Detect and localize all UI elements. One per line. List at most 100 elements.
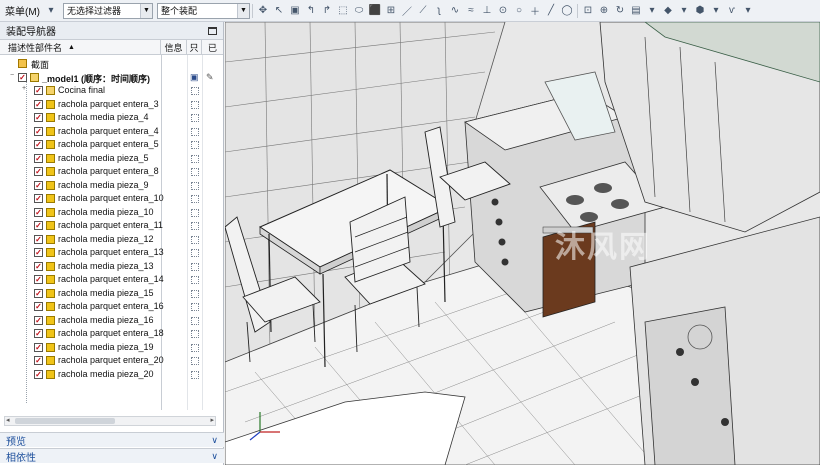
shaded-cube-icon[interactable]: ⬢ [693,4,707,18]
chevron-down-icon[interactable]: ▾ [645,4,659,18]
ellipse-icon[interactable]: ⬭ [352,4,366,18]
curve-icon[interactable]: ʅ [432,4,446,18]
visibility-checkbox[interactable]: ✓ [34,126,43,136]
visibility-checkbox[interactable]: ✓ [34,288,43,298]
line-icon[interactable]: ╱ [544,4,558,18]
spline-icon[interactable]: ∿ [448,4,462,18]
visibility-checkbox[interactable]: ✓ [34,113,43,122]
column-name[interactable]: 描述性部件名 ▲ [0,40,161,54]
visibility-checkbox[interactable]: ✓ [18,72,27,82]
horizontal-scrollbar[interactable]: ◂ ▸ [4,416,216,426]
tree-part-row[interactable]: ✓ rachola media pieza_19 [0,341,224,355]
menu-button[interactable]: 菜单(M) [2,3,43,18]
type-filter-icon[interactable]: ▣ [288,4,302,18]
column-saved[interactable]: 已 [202,40,223,54]
tree-part-row[interactable]: ✓ rachola parquet entera_3 [0,98,224,112]
intersection-icon[interactable]: ⊥ [480,4,494,18]
wave-icon[interactable]: ≈ [464,4,478,18]
tree-part-row[interactable]: ✓ rachola parquet entera_4 [0,125,224,139]
visibility-checkbox[interactable]: ✓ [34,234,43,244]
scrollbar-thumb[interactable] [15,418,115,424]
column-readonly[interactable]: 只 [187,40,202,54]
tree-part-row[interactable]: ✓ rachola parquet entera_11 [0,219,224,233]
circle-icon[interactable]: ○ [512,4,526,18]
tree-root-row[interactable]: − ✓ ▣ ✎ _model1 (顺序：时间顺序) [0,71,224,85]
visibility-icon[interactable]: ⱱ [725,4,739,18]
tree-part-row[interactable]: ✓ rachola media pieza_13 [0,260,224,274]
visibility-checkbox[interactable]: ✓ [34,329,43,338]
chevron-down-icon[interactable]: ∨ [211,451,218,462]
fit-view-icon[interactable]: ⊡ [581,4,595,18]
visibility-checkbox[interactable]: ✓ [34,356,43,365]
visibility-checkbox[interactable]: ✓ [34,221,43,230]
preview-section[interactable]: 预览 ∨ [0,432,224,448]
zoom-icon[interactable]: ⊕ [597,4,611,18]
visibility-checkbox[interactable]: ✓ [34,342,43,352]
tree-part-row[interactable]: ✓ rachola parquet entera_8 [0,165,224,179]
pointer-arrow-icon[interactable]: ↱ [320,4,334,18]
select-filter-icon[interactable]: ✥ [256,4,270,18]
tree-part-row[interactable]: ✓ rachola parquet entera_18 [0,327,224,341]
visibility-checkbox[interactable]: ✓ [34,140,43,149]
tree-part-row[interactable]: ✓ rachola media pieza_20 [0,368,224,382]
visibility-checkbox[interactable]: ✓ [34,369,43,379]
plus-icon[interactable]: ＋ [528,4,542,18]
visibility-checkbox[interactable]: ✓ [34,194,43,203]
visibility-checkbox[interactable]: ✓ [34,167,43,176]
column-info[interactable]: 信息 [161,40,187,54]
visibility-checkbox[interactable]: ✓ [34,99,43,109]
chevron-down-icon[interactable]: ▼ [140,3,152,18]
tree-part-row[interactable]: ✓ rachola parquet entera_20 [0,354,224,368]
visibility-checkbox[interactable]: ✓ [34,275,43,284]
chevron-down-icon[interactable]: ▾ [709,4,723,18]
dependencies-section[interactable]: 相依性 ∨ [0,448,224,464]
circle-outline-icon[interactable]: ◯ [560,4,574,18]
rotate-icon[interactable]: ↻ [613,4,627,18]
tree-folder-row[interactable]: 截面 [0,57,224,71]
tree-part-row[interactable]: ✓ rachola parquet entera_16 [0,300,224,314]
visibility-checkbox[interactable]: ✓ [34,302,43,311]
graphics-viewport[interactable]: 沐风网 [225,22,820,465]
tree-part-row[interactable]: ✓ rachola parquet entera_13 [0,246,224,260]
line-icon[interactable]: ⟋ [416,4,430,18]
scroll-left-icon[interactable]: ◂ [6,416,10,424]
visibility-checkbox[interactable]: ✓ [34,315,43,325]
render-style-icon[interactable]: ◆ [661,4,675,18]
pointer-icon[interactable]: ↖ [272,4,286,18]
chevron-down-icon[interactable]: ▾ [44,4,58,18]
tree-part-row[interactable]: ✓ rachola media pieza_4 [0,111,224,125]
tree-part-row[interactable]: ✓ rachola parquet entera_14 [0,273,224,287]
tree-part-row[interactable]: ✓ rachola media pieza_16 [0,314,224,328]
tree-part-row[interactable]: ✓ rachola media pieza_5 [0,152,224,166]
visibility-checkbox[interactable]: ✓ [34,153,43,163]
save-icon[interactable]: ▣ [190,72,199,83]
chevron-down-icon[interactable]: ▾ [741,4,755,18]
maximize-icon[interactable] [208,26,217,35]
visibility-checkbox[interactable]: ✓ [34,248,43,257]
grid-snap-icon[interactable]: ⊞ [384,4,398,18]
sort-ascending-icon[interactable]: ▲ [68,44,75,51]
visibility-checkbox[interactable]: ✓ [34,180,43,190]
tree-part-row[interactable]: ✓ rachola media pieza_10 [0,206,224,220]
cube-icon[interactable]: ⬛ [368,4,382,18]
chevron-down-icon[interactable]: ▼ [237,3,249,18]
visibility-checkbox[interactable]: ✓ [34,207,43,217]
selection-filter-combo[interactable]: 无选择过滤器 ▼ [63,2,153,19]
expand-icon[interactable]: + [22,85,26,92]
box-select-icon[interactable]: ⬚ [336,4,350,18]
tree-part-row[interactable]: ✓ rachola media pieza_9 [0,179,224,193]
tree-part-row[interactable]: ✓ rachola parquet entera_10 [0,192,224,206]
assembly-scope-combo[interactable]: 整个装配 ▼ [157,2,250,19]
line-icon[interactable]: ／ [400,4,414,18]
scroll-right-icon[interactable]: ▸ [210,416,214,424]
tree-part-row[interactable]: ✓ rachola parquet entera_5 [0,138,224,152]
edit-icon[interactable]: ✎ [206,72,214,83]
collapse-icon[interactable]: − [10,72,14,79]
chevron-down-icon[interactable]: ∨ [211,435,218,446]
chevron-down-icon[interactable]: ▾ [677,4,691,18]
tree-part-row[interactable]: + ✓ Cocina final [0,84,224,98]
point-icon[interactable]: ⊙ [496,4,510,18]
visibility-checkbox[interactable]: ✓ [34,261,43,271]
pointer-arrow-icon[interactable]: ↰ [304,4,318,18]
tree-part-row[interactable]: ✓ rachola media pieza_12 [0,233,224,247]
